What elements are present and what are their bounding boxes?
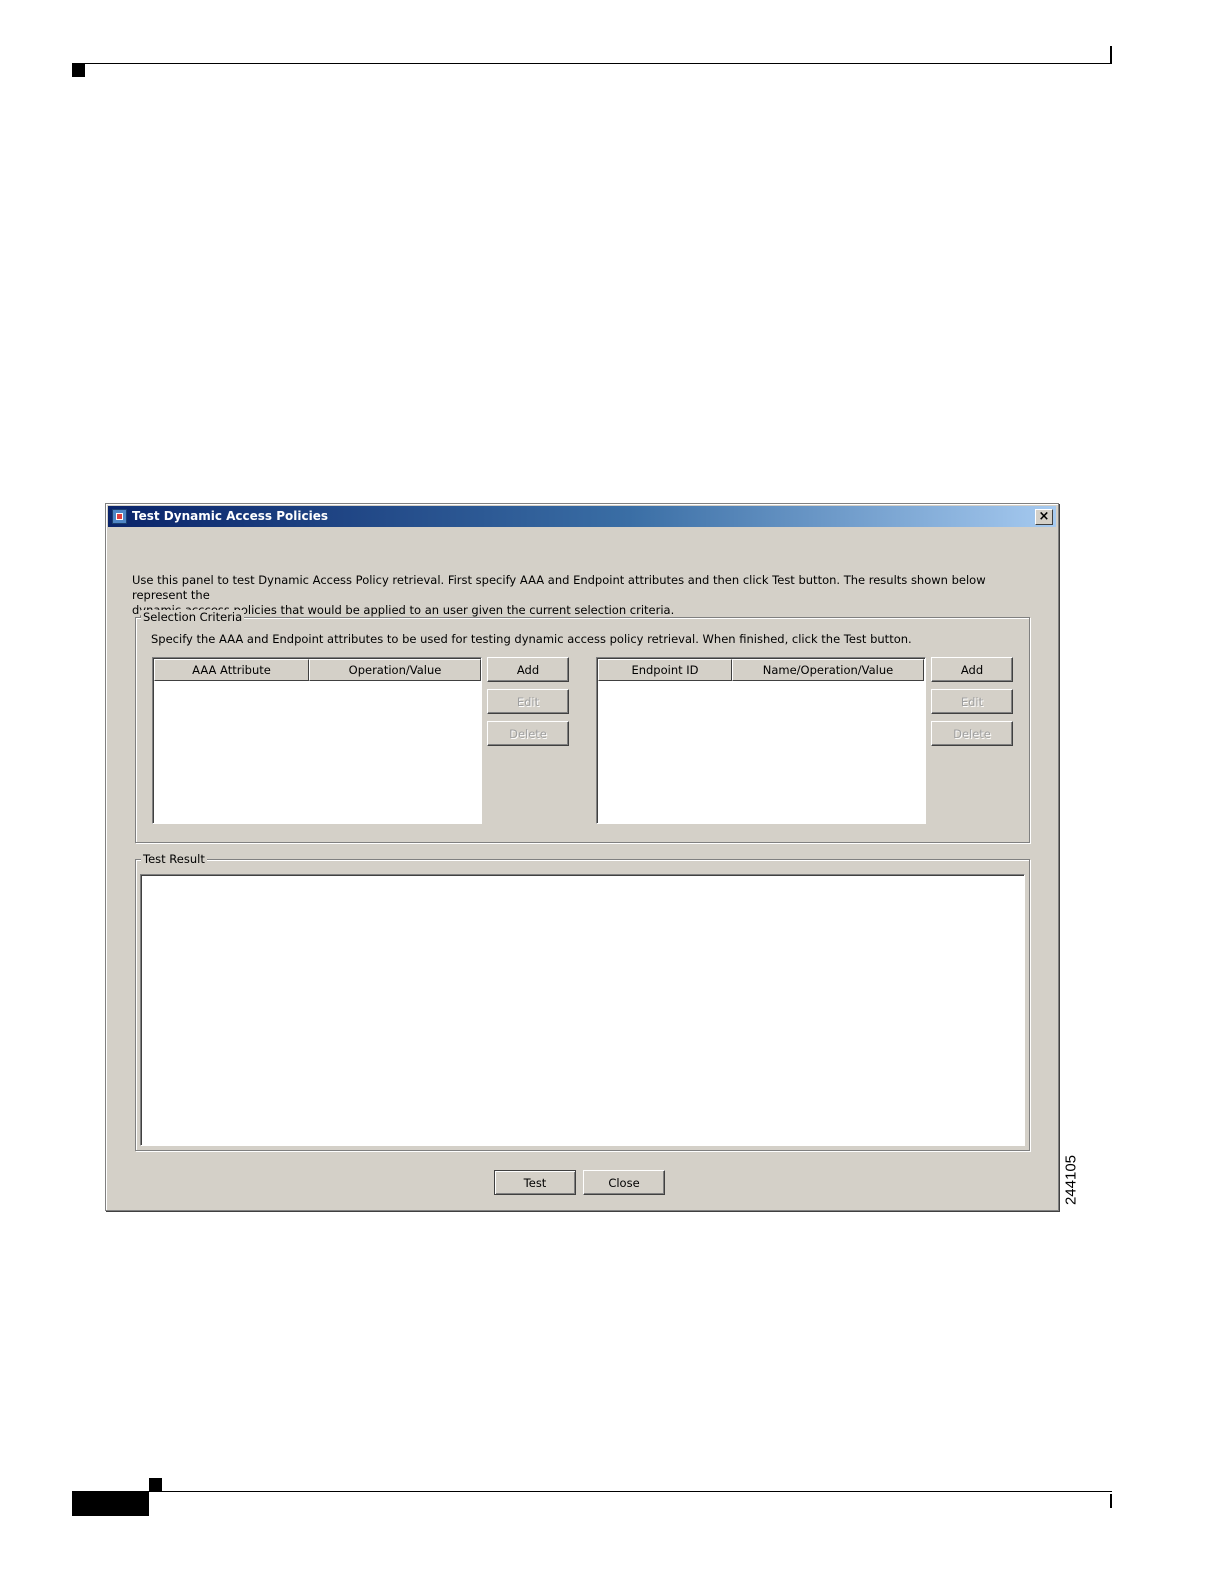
intro-line-1: Use this panel to test Dynamic Access Po… [132, 573, 986, 602]
selection-criteria-description: Specify the AAA and Endpoint attributes … [151, 632, 912, 646]
selection-criteria-label: Selection Criteria [141, 610, 245, 624]
aaa-edit-button[interactable]: Edit [487, 689, 569, 714]
column-header-aaa-attribute[interactable]: AAA Attribute [154, 659, 309, 681]
figure-number: 244105 [1062, 1154, 1080, 1206]
intro-text: Use this panel to test Dynamic Access Po… [132, 573, 1012, 618]
close-icon[interactable]: × [1035, 509, 1053, 525]
column-header-endpoint-id[interactable]: Endpoint ID [598, 659, 732, 681]
dialog-title: Test Dynamic Access Policies [132, 509, 329, 523]
selection-criteria-group: Selection Criteria Specify the AAA and E… [135, 610, 1030, 843]
close-button[interactable]: Close [583, 1170, 665, 1195]
column-header-operation-value[interactable]: Operation/Value [309, 659, 481, 681]
header-marker [72, 64, 85, 77]
test-button[interactable]: Test [494, 1170, 576, 1195]
header-tick [1110, 46, 1112, 64]
aaa-add-button[interactable]: Add [487, 657, 569, 682]
test-result-area[interactable] [140, 874, 1025, 1146]
title-bar[interactable]: Test Dynamic Access Policies × [108, 506, 1056, 527]
header-rule [72, 63, 1112, 64]
aaa-delete-button[interactable]: Delete [487, 721, 569, 746]
footer-tick [1110, 1494, 1112, 1508]
test-dynamic-access-policies-dialog: Test Dynamic Access Policies × Use this … [105, 503, 1059, 1211]
aaa-table-header: AAA Attribute Operation/Value [154, 659, 481, 681]
endpoint-edit-button[interactable]: Edit [931, 689, 1013, 714]
test-result-group: Test Result [135, 852, 1030, 1151]
intro-line-2: dynamic acccess policies that would be a… [132, 603, 675, 617]
endpoint-table-header: Endpoint ID Name/Operation/Value [598, 659, 925, 681]
endpoint-delete-button[interactable]: Delete [931, 721, 1013, 746]
aaa-attribute-table[interactable]: AAA Attribute Operation/Value [152, 657, 482, 824]
footer-block [72, 1492, 149, 1516]
footer-rule [72, 1491, 1112, 1492]
test-result-label: Test Result [141, 852, 207, 866]
column-header-name-operation-value[interactable]: Name/Operation/Value [732, 659, 924, 681]
app-icon [112, 509, 127, 524]
footer-marker [149, 1478, 162, 1491]
endpoint-add-button[interactable]: Add [931, 657, 1013, 682]
endpoint-attribute-table[interactable]: Endpoint ID Name/Operation/Value [596, 657, 926, 824]
